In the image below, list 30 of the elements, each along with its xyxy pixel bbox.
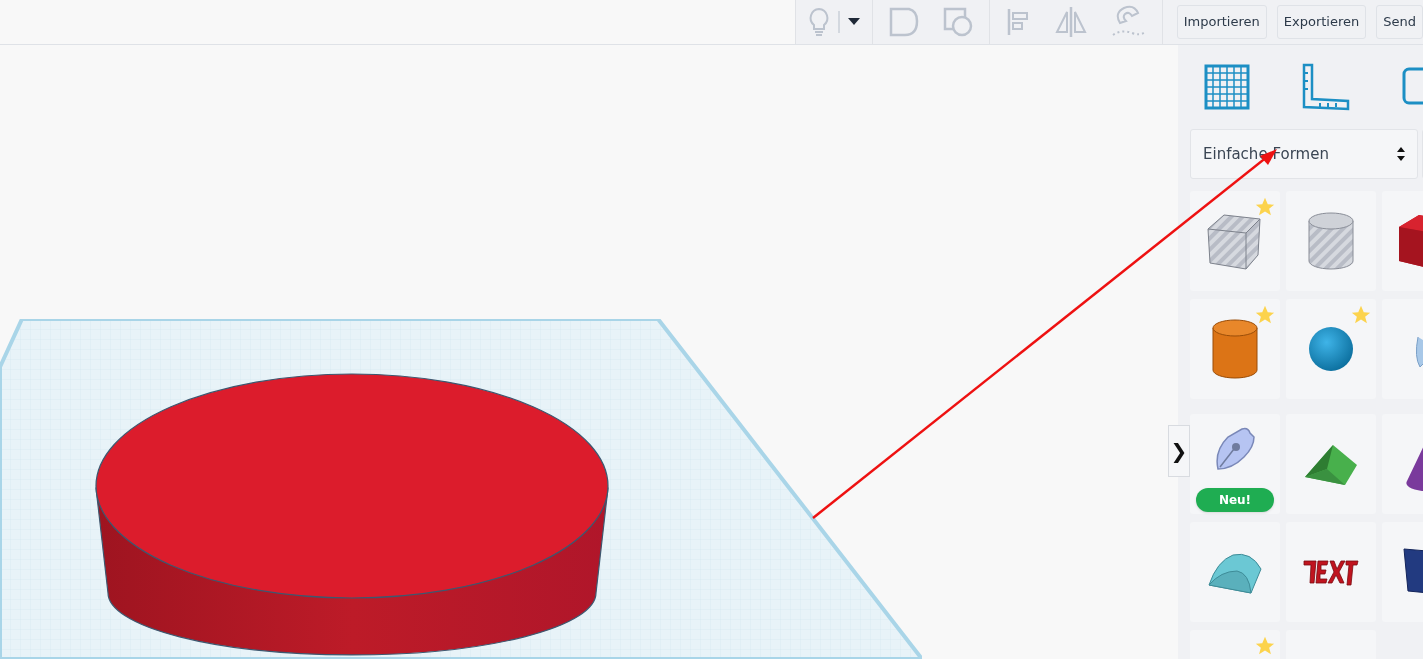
group-shapes-icon[interactable] <box>888 7 919 37</box>
ruler-icon[interactable] <box>1302 63 1350 111</box>
shape-tile[interactable] <box>1286 191 1376 291</box>
mirror-icon[interactable] <box>1053 6 1088 38</box>
sort-arrows-icon <box>1397 146 1405 162</box>
grid-icon[interactable] <box>1204 63 1250 111</box>
shape-tile[interactable] <box>1286 522 1376 622</box>
cylinder-icon <box>1211 318 1259 380</box>
3d-letters-drawing <box>1302 557 1360 587</box>
striped-cylinder-icon <box>1307 211 1355 271</box>
category-dropdown[interactable]: Einfache Formen <box>1190 129 1418 179</box>
caret-icon[interactable] <box>847 18 860 26</box>
shape-tile[interactable] <box>1286 299 1376 399</box>
notes-icon[interactable] <box>1402 67 1423 107</box>
shape-tile[interactable] <box>1286 414 1376 514</box>
shape-tile[interactable] <box>1190 299 1280 399</box>
ungroup-shapes-icon[interactable] <box>942 7 973 37</box>
collapse-panel-tab[interactable]: ❯ <box>1168 425 1190 477</box>
toolbar-button[interactable]: Send <box>1376 5 1423 39</box>
sphere-icon <box>1308 326 1354 372</box>
new-badge: Neu! <box>1196 488 1274 512</box>
shape-tile[interactable] <box>1190 191 1280 291</box>
toolbar-button[interactable]: Importieren <box>1176 5 1267 39</box>
magnet-icon[interactable] <box>1111 5 1146 39</box>
align-icon[interactable] <box>1005 7 1030 37</box>
toolbar-button[interactable]: Exportieren <box>1276 5 1367 39</box>
shape-tile[interactable] <box>1190 522 1280 622</box>
lightbulb-icon[interactable] <box>807 7 830 37</box>
pen-nib-icon <box>1214 427 1256 473</box>
striped-cube-icon <box>1206 211 1264 271</box>
